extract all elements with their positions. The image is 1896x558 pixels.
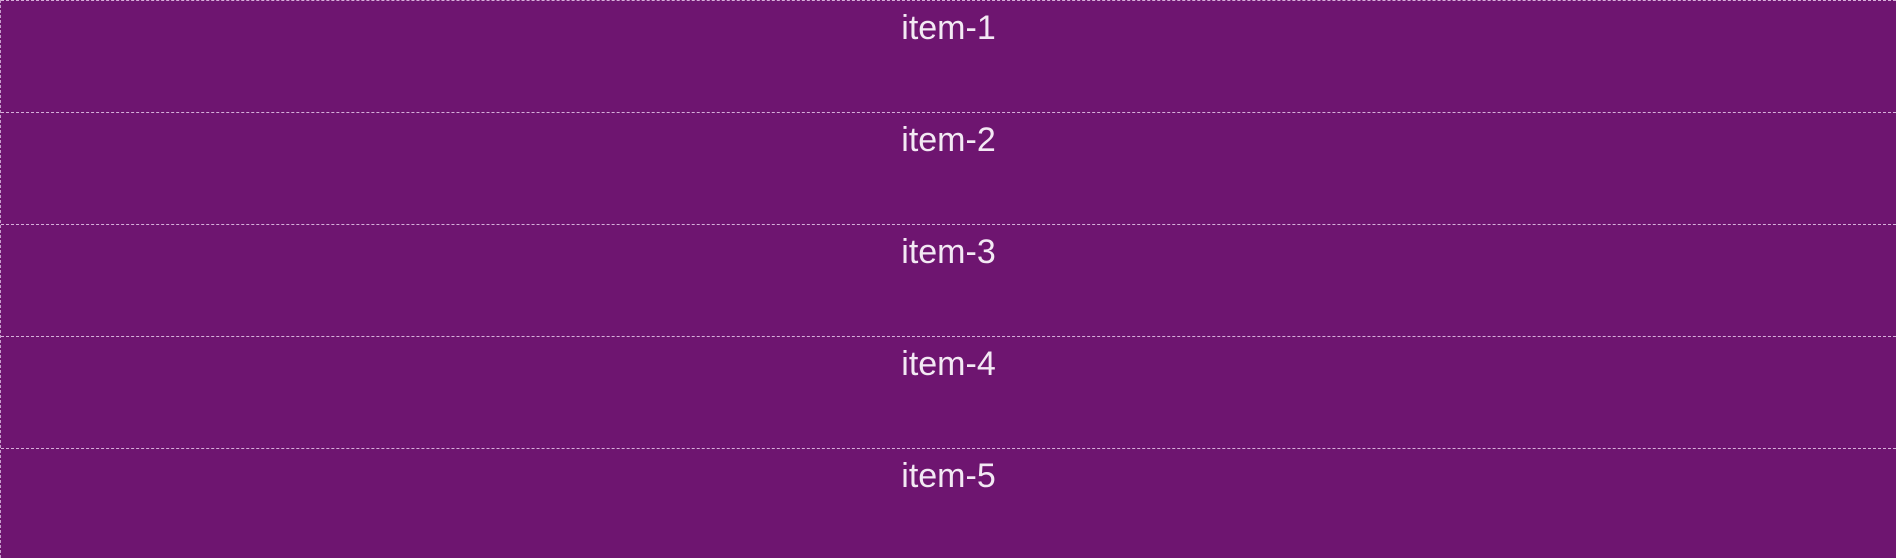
list-item: item-5 [1,448,1896,558]
list-item: item-3 [1,224,1896,336]
list-item-label: item-4 [901,345,996,383]
list-item: item-2 [1,112,1896,224]
list-item-label: item-1 [901,9,996,47]
list-item: item-1 [1,0,1896,112]
list-item-label: item-5 [901,457,996,495]
list-item-label: item-3 [901,233,996,271]
list-item-label: item-2 [901,121,996,159]
list-item: item-4 [1,336,1896,448]
item-list: item-1 item-2 item-3 item-4 item-5 [0,0,1896,558]
